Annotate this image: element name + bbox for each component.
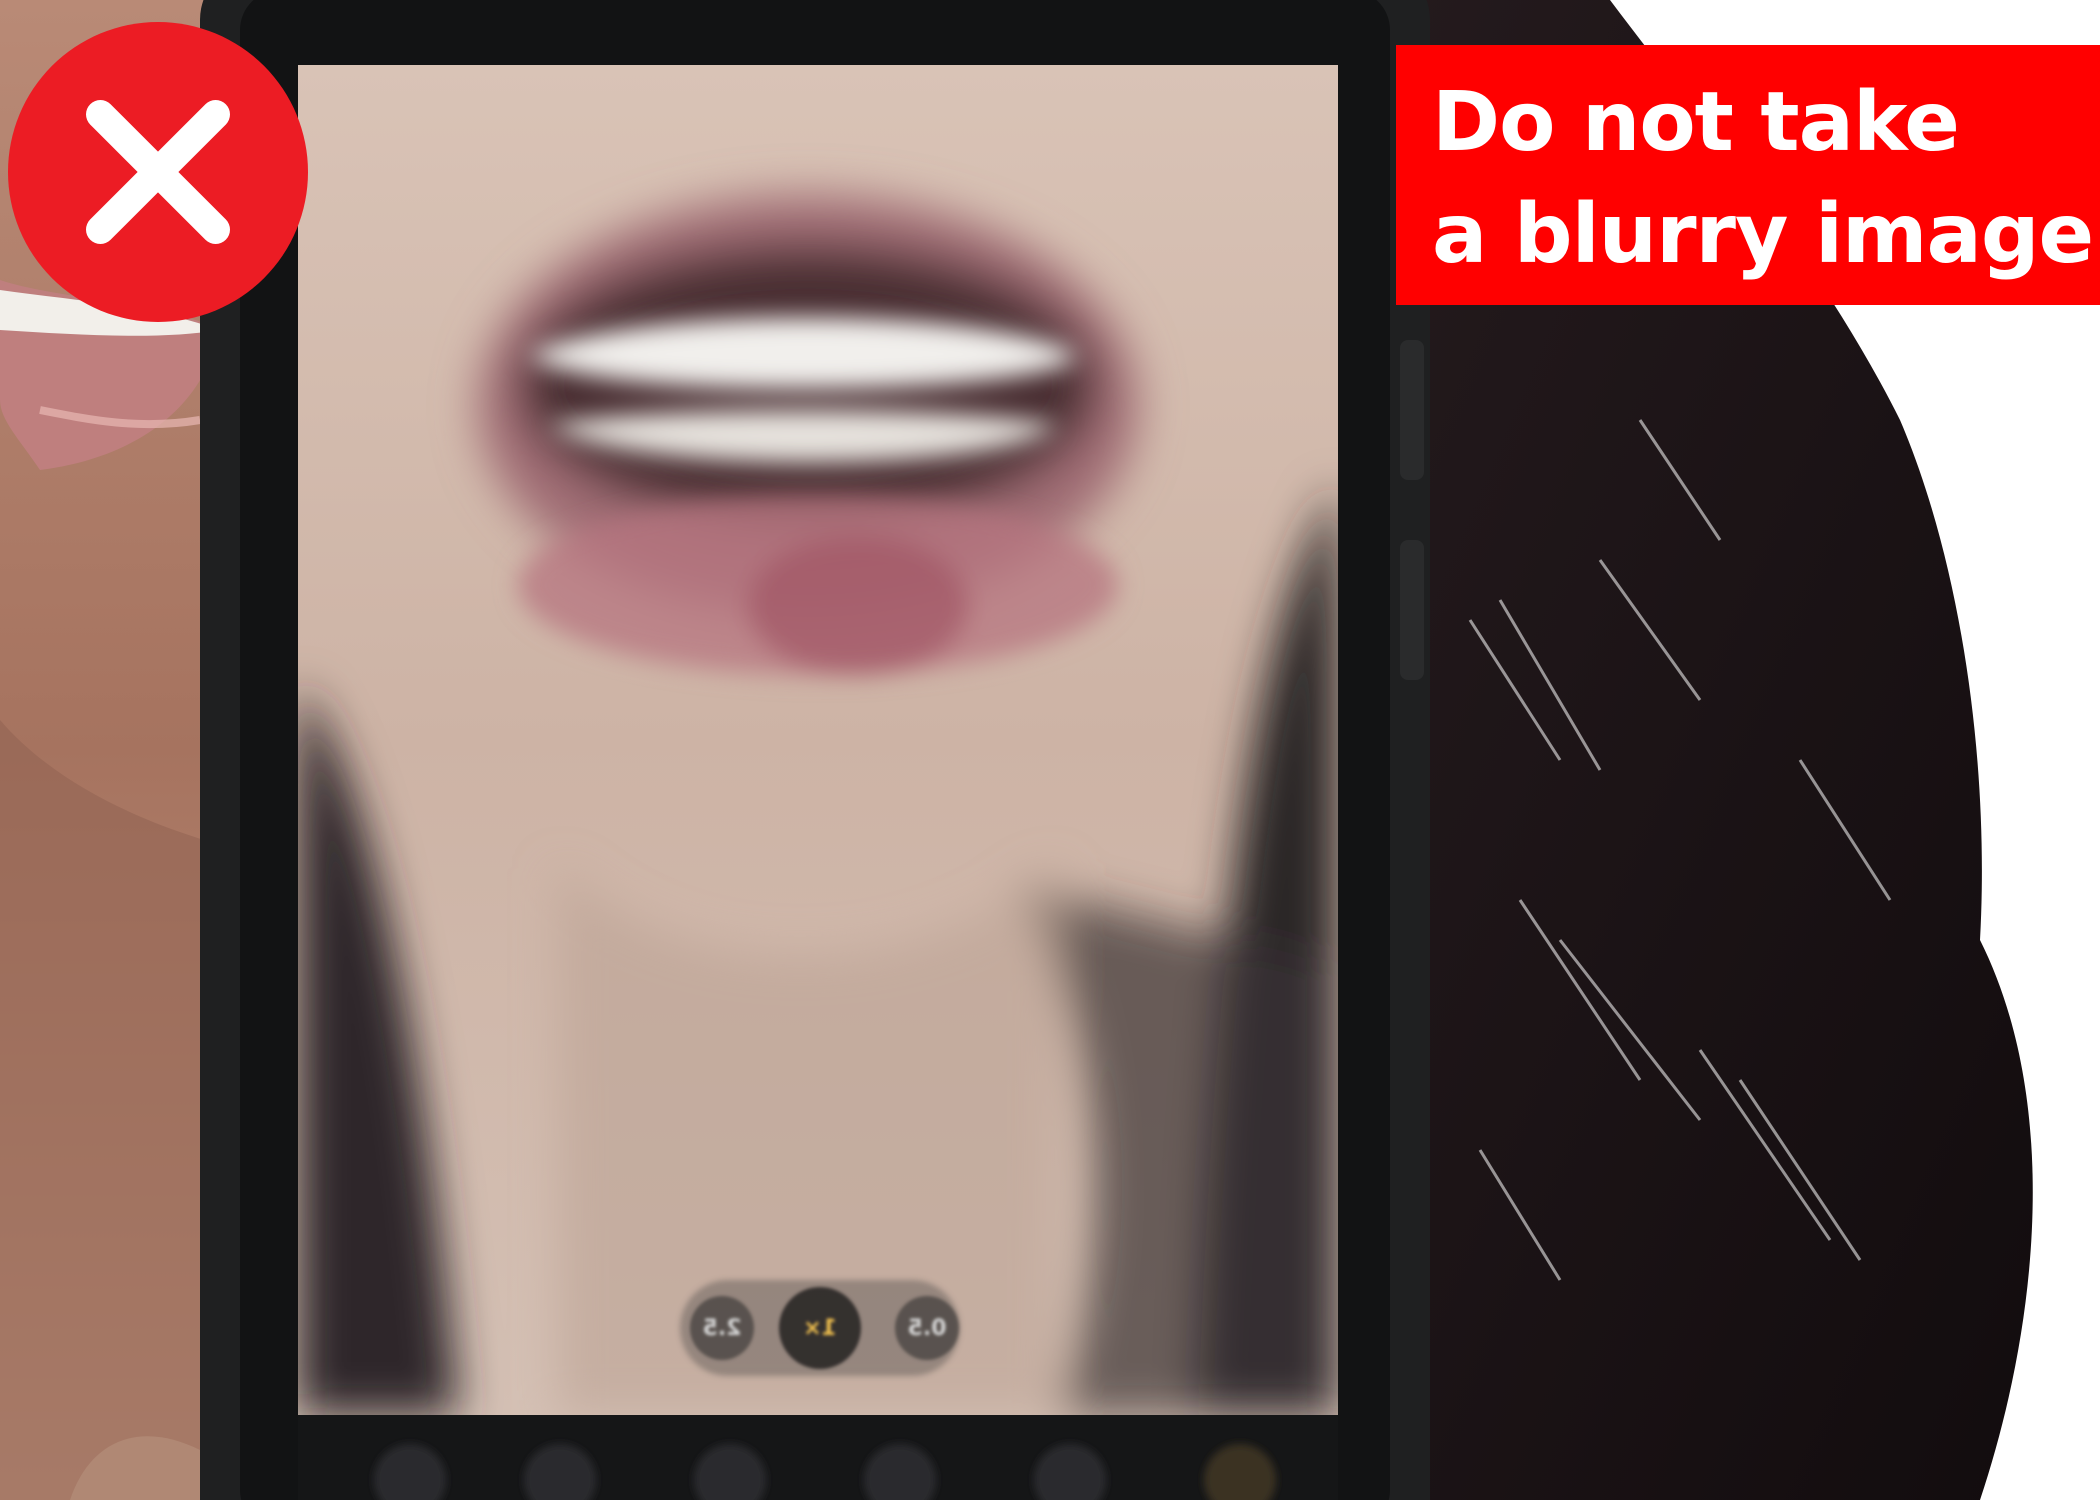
- warning-badge: [8, 22, 308, 322]
- caption-line-2: a blurry image: [1432, 187, 2094, 282]
- scene: 0.5 1× 2.5 Do not take a blurry image: [0, 0, 2100, 1500]
- zoom-0-5-button: 0.5: [895, 1296, 959, 1360]
- caption-line-1: Do not take: [1432, 75, 1960, 170]
- zoom-1x-button: 1×: [779, 1287, 861, 1369]
- close-icon: [86, 100, 230, 244]
- zoom-2-5-button: 2.5: [690, 1296, 754, 1360]
- caption-banner: Do not take a blurry image: [1396, 45, 2100, 305]
